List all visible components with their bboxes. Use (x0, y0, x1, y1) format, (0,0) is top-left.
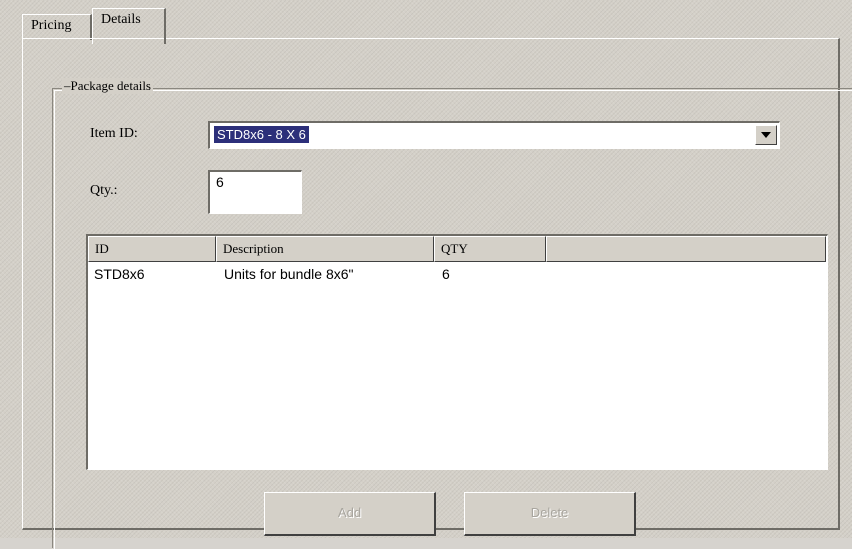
tab-pricing[interactable]: Pricing (22, 14, 92, 40)
item-id-selected-value[interactable]: STD8x6 - 8 X 6 (214, 126, 309, 143)
combo-dropdown-button[interactable] (755, 125, 777, 145)
qty-input[interactable]: 6 (208, 170, 302, 214)
cell-qty: 6 (442, 266, 450, 282)
package-items-table[interactable]: ID Description QTY STD8x6 Units for bund… (86, 234, 828, 470)
delete-button[interactable]: Delete (464, 492, 636, 536)
window-body: Pricing Details –Package details Item ID… (0, 0, 852, 548)
cell-id: STD8x6 (94, 266, 145, 282)
add-button[interactable]: Add (264, 492, 436, 536)
table-header: ID Description QTY (88, 236, 826, 262)
qty-label: Qty.: (90, 183, 118, 198)
cell-description: Units for bundle 8x6" (224, 266, 354, 282)
chevron-down-icon (761, 132, 771, 138)
tab-details[interactable]: Details (92, 8, 166, 44)
group-legend-text: Package details (70, 78, 152, 93)
item-id-label: Item ID: (90, 126, 138, 141)
column-header-qty[interactable]: QTY (434, 236, 546, 262)
item-id-combobox[interactable]: STD8x6 - 8 X 6 (208, 121, 780, 149)
column-header-description[interactable]: Description (216, 236, 434, 262)
group-legend: –Package details (62, 78, 153, 94)
column-header-filler (546, 236, 826, 262)
column-header-id[interactable]: ID (88, 236, 216, 262)
table-row[interactable]: STD8x6 Units for bundle 8x6" 6 (88, 264, 826, 286)
